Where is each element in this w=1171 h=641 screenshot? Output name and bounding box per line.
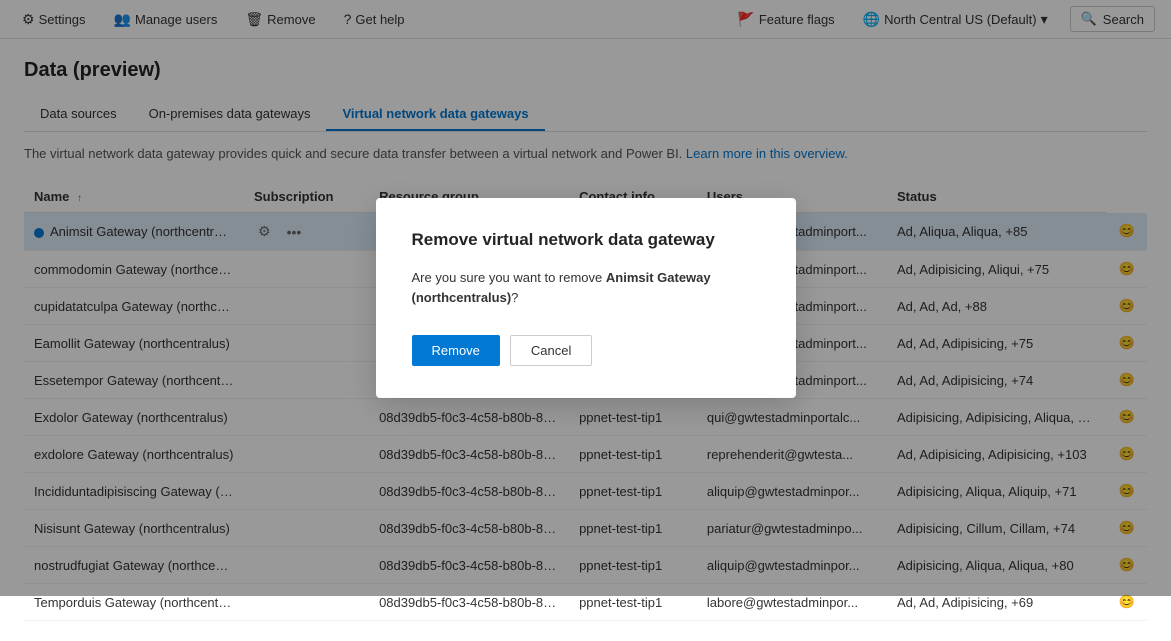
remove-modal: Remove virtual network data gateway Are … — [376, 198, 796, 398]
modal-cancel-button[interactable]: Cancel — [510, 335, 592, 366]
modal-overlay: Remove virtual network data gateway Are … — [0, 0, 1171, 596]
modal-remove-button[interactable]: Remove — [412, 335, 500, 366]
modal-body: Are you sure you want to remove Animsit … — [412, 268, 760, 307]
modal-body-suffix: ? — [511, 290, 518, 305]
modal-actions: Remove Cancel — [412, 335, 760, 366]
modal-title: Remove virtual network data gateway — [412, 230, 760, 250]
modal-body-prefix: Are you sure you want to remove — [412, 270, 606, 285]
